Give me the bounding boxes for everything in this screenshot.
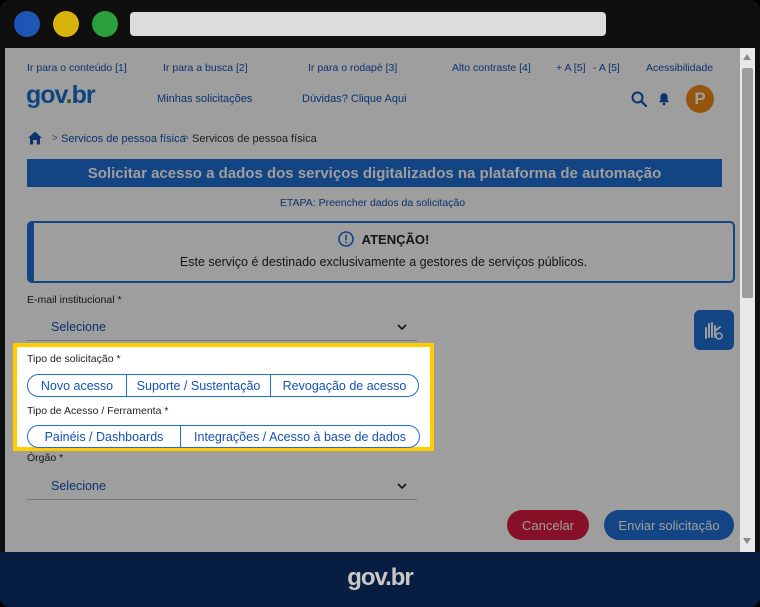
highlighted-form-section: Tipo de solicitação * Novo acesso Suport… — [13, 343, 434, 451]
home-icon[interactable] — [27, 130, 43, 146]
sign-language-hands-icon — [705, 322, 723, 340]
chevron-down-icon — [397, 483, 407, 490]
page-scrollbar[interactable] — [740, 48, 755, 552]
email-label: E-mail institucional * — [27, 294, 122, 306]
address-bar[interactable] — [130, 12, 606, 36]
skip-to-search-link[interactable]: Ir para a busca [2] — [163, 62, 248, 74]
request-type-label: Tipo de solicitação * — [27, 353, 121, 365]
window-dot-yellow[interactable] — [53, 11, 79, 37]
access-type-label: Tipo de Acesso / Ferramenta * — [27, 405, 169, 417]
browser-window: Ir para o conteúdo [1] Ir para a busca [… — [0, 0, 760, 607]
my-requests-link[interactable]: Minhas solicitações — [157, 93, 252, 105]
scroll-down-arrow[interactable] — [743, 538, 751, 544]
decrease-font-link[interactable]: - A [5] — [593, 62, 620, 74]
attention-alert: ATENÇÃO! Este serviço é destinado exclus… — [27, 221, 735, 283]
window-dot-blue[interactable] — [14, 11, 40, 37]
alert-text: Este serviço é destinado exclusivamente … — [179, 255, 588, 269]
request-type-revocation[interactable]: Revogação de acesso — [270, 375, 418, 396]
increase-font-link[interactable]: + A [5] — [556, 62, 586, 74]
skip-to-footer-link[interactable]: Ir para o rodapé [3] — [308, 62, 397, 74]
breadcrumb-separator: > — [183, 133, 189, 144]
logo-part-br: br — [71, 81, 96, 109]
logo-part-v: v — [54, 81, 67, 109]
chevron-down-icon — [397, 324, 407, 331]
high-contrast-link[interactable]: Alto contraste [4] — [452, 62, 531, 74]
org-select[interactable]: Selecione — [27, 472, 417, 500]
footer-logo: gov.br — [347, 564, 414, 591]
access-type-dashboards[interactable]: Painéis / Dashboards — [28, 426, 180, 447]
accessibility-link[interactable]: Acessibilidade — [646, 62, 713, 74]
web-page: Ir para o conteúdo [1] Ir para a busca [… — [5, 48, 755, 552]
email-select-value: Selecione — [51, 320, 106, 334]
request-type-support[interactable]: Suporte / Sustentação — [126, 375, 270, 396]
window-dot-green[interactable] — [92, 11, 118, 37]
help-link[interactable]: Dúvidas? Clique Aqui — [302, 93, 407, 105]
browser-chrome — [0, 0, 760, 48]
access-type-selector: Painéis / Dashboards Integrações / Acess… — [27, 425, 420, 448]
breadcrumb-separator: > — [52, 133, 58, 144]
alert-title-row: ATENÇÃO! — [34, 231, 733, 247]
org-select-value: Selecione — [51, 479, 106, 493]
govbr-logo[interactable]: gov.br — [26, 81, 96, 109]
scroll-thumb[interactable] — [742, 68, 753, 298]
request-type-selector: Novo acesso Suporte / Sustentação Revoga… — [27, 374, 419, 397]
email-select[interactable]: Selecione — [27, 313, 417, 341]
search-icon[interactable] — [631, 91, 647, 107]
breadcrumb-link[interactable]: Servicos de pessoa física — [61, 133, 186, 145]
logo-part-go: go — [26, 81, 56, 109]
sign-language-button[interactable] — [694, 310, 734, 350]
cancel-button[interactable]: Cancelar — [507, 510, 589, 540]
info-icon — [337, 231, 354, 247]
page-title: Solicitar acesso a dados dos serviços di… — [27, 159, 722, 187]
bell-icon[interactable] — [657, 92, 671, 106]
submit-request-button[interactable]: Enviar solicitação — [604, 510, 734, 540]
access-type-integrations[interactable]: Integrações / Acesso à base de dados — [180, 426, 419, 447]
scroll-up-arrow[interactable] — [743, 54, 751, 60]
breadcrumb-current: Servicos de pessoa física — [192, 133, 317, 145]
skip-to-content-link[interactable]: Ir para o conteúdo [1] — [27, 62, 127, 74]
page-footer: gov.br — [0, 552, 760, 607]
request-type-new-access[interactable]: Novo acesso — [28, 375, 126, 396]
step-indicator: ETAPA: Preencher dados da solicitação — [279, 197, 466, 209]
alert-title: ATENÇÃO! — [361, 232, 430, 247]
org-label: Órgão * — [27, 452, 64, 464]
user-avatar[interactable]: P — [686, 85, 714, 113]
